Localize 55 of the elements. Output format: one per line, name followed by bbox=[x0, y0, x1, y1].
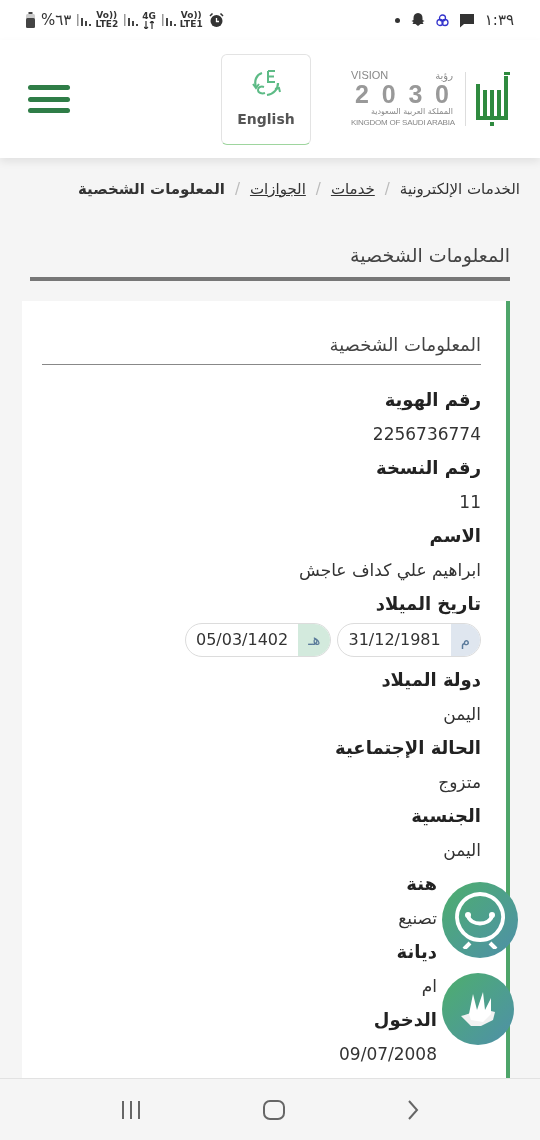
signal-icon bbox=[77, 14, 92, 26]
field-label: رقم النسخة bbox=[375, 456, 481, 480]
breadcrumb-link[interactable]: خدمات bbox=[330, 178, 375, 201]
breadcrumb-separator: / bbox=[384, 179, 390, 200]
breadcrumb-separator: / bbox=[234, 179, 240, 200]
field-value: ام bbox=[420, 975, 437, 998]
signal-icon bbox=[124, 14, 139, 26]
field-value: ابراهيم علي كداف عاجش bbox=[298, 559, 481, 583]
breadcrumb-item: المعلومات الشخصية bbox=[78, 179, 225, 200]
field-value: اليمن bbox=[442, 703, 481, 726]
field-label: ديانة bbox=[395, 940, 437, 964]
field-label: هنة bbox=[405, 872, 437, 896]
field-value: اليمن bbox=[442, 839, 481, 862]
network-label: LTE2 bbox=[95, 20, 119, 29]
network-label: Vo)) bbox=[96, 11, 118, 20]
dot-icon bbox=[394, 17, 400, 23]
field-value: 11 bbox=[458, 491, 481, 514]
era-label: م bbox=[450, 624, 480, 656]
field-label: الجنسية bbox=[410, 804, 481, 828]
battery-percent: %٦٣ bbox=[41, 9, 72, 31]
field-label: رقم الهوية bbox=[383, 388, 481, 413]
era-label: هـ bbox=[298, 624, 331, 656]
page-title: المعلومات الشخصية bbox=[349, 242, 510, 269]
date-value: 31/12/1981 bbox=[347, 629, 442, 651]
breadcrumb-link[interactable]: الجوازات bbox=[249, 178, 306, 201]
field-value: متزوج bbox=[437, 771, 481, 795]
field-label: دولة الميلاد bbox=[380, 668, 481, 693]
field-label: الحالة الإجتماعية bbox=[334, 736, 481, 760]
date-value: 05/03/1402 bbox=[194, 629, 290, 651]
field-value: 09/07/2008 bbox=[338, 1043, 437, 1066]
field-value: تصنيع bbox=[397, 907, 437, 931]
home-icon[interactable] bbox=[263, 1099, 285, 1120]
alarm-icon bbox=[208, 12, 224, 28]
language-button[interactable]: English bbox=[221, 53, 311, 145]
agency-logo bbox=[476, 72, 512, 126]
field-value: 2256736774 bbox=[371, 423, 481, 446]
clock-time: ١:٣٩ bbox=[484, 9, 514, 31]
card-title: المعلومات الشخصية bbox=[328, 333, 481, 358]
breadcrumb-item: الخدمات الإلكترونية bbox=[399, 179, 520, 200]
menu-button[interactable] bbox=[28, 85, 70, 113]
smiley-icon bbox=[453, 891, 507, 949]
recent-apps-icon[interactable] bbox=[121, 1100, 141, 1119]
rings-icon bbox=[435, 13, 449, 27]
back-icon[interactable] bbox=[407, 1099, 419, 1120]
network-label: 4G bbox=[142, 11, 156, 21]
data-arrows-icon bbox=[144, 20, 154, 29]
signal-icon bbox=[161, 14, 176, 26]
battery-icon bbox=[26, 12, 35, 28]
breadcrumb-separator: / bbox=[315, 179, 321, 200]
field-label: الاسم bbox=[428, 524, 481, 548]
network-label: Vo)) bbox=[180, 11, 202, 20]
network-label: LTE1 bbox=[179, 20, 203, 29]
field-label: تاريخ الميلاد bbox=[374, 592, 481, 617]
message-icon bbox=[458, 12, 475, 28]
field-label: الدخول bbox=[372, 1008, 437, 1033]
